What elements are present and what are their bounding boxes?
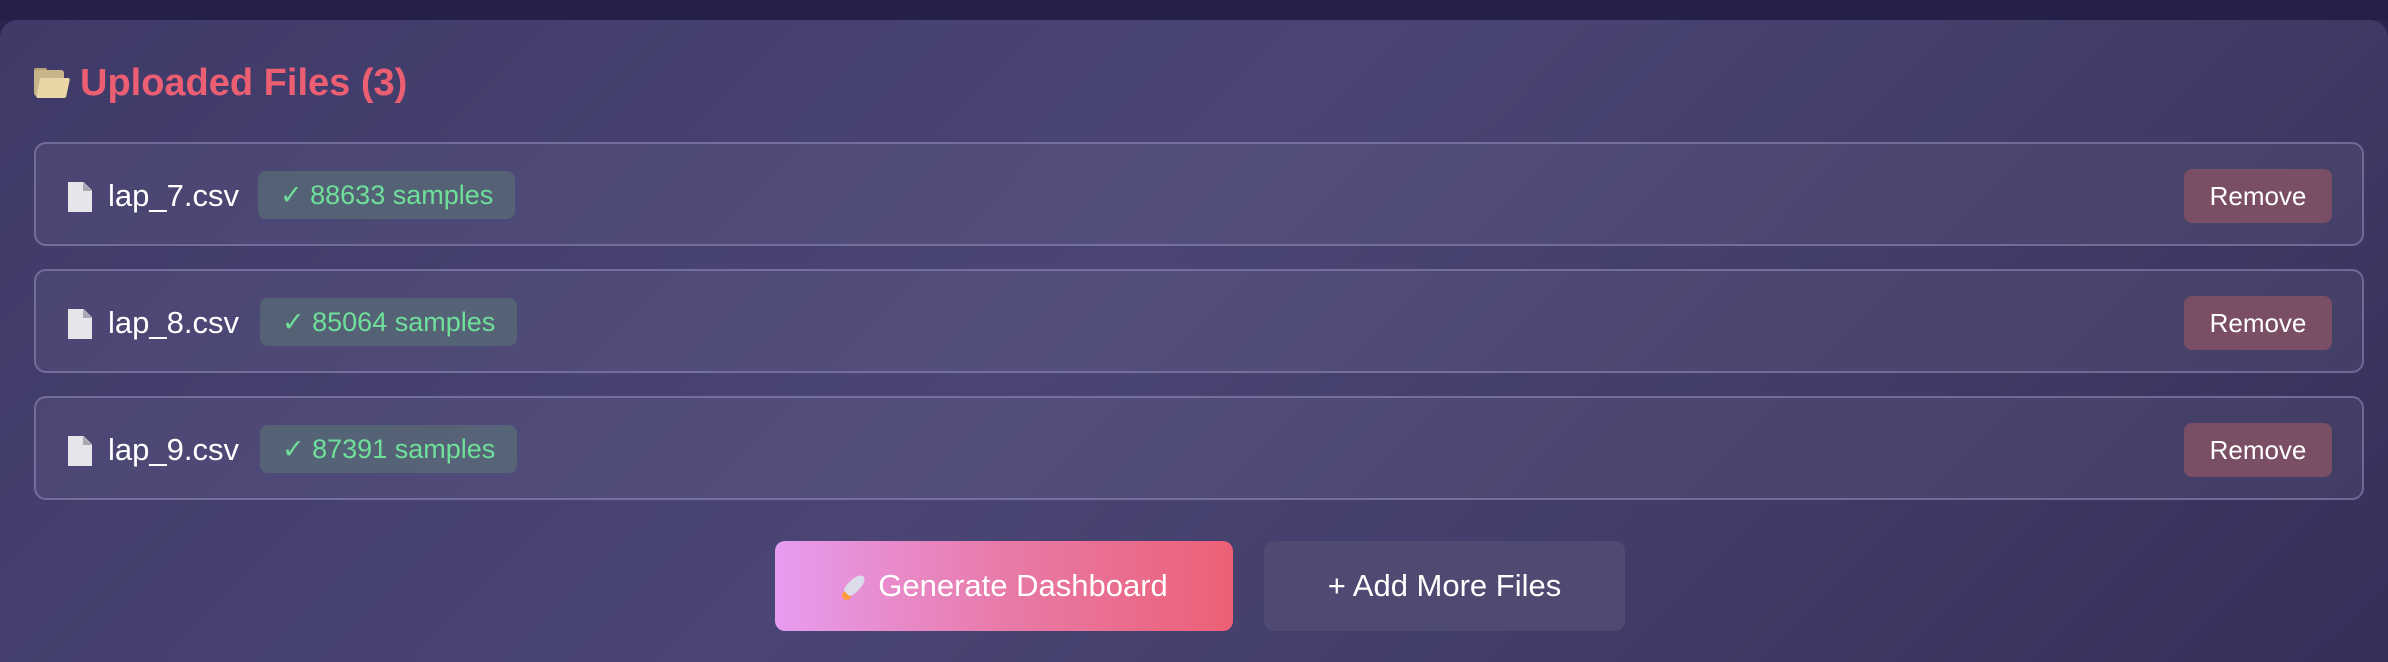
file-icon [68, 182, 92, 212]
file-icon [68, 436, 92, 466]
open-folder-icon [34, 68, 71, 98]
file-icon [68, 309, 92, 339]
top-bar [0, 0, 2388, 20]
sample-count-badge: ✓ 85064 samples [260, 298, 518, 346]
uploaded-files-title: Uploaded Files (3) [80, 61, 408, 104]
remove-button[interactable]: Remove [2184, 296, 2332, 350]
add-more-files-button[interactable]: + Add More Files [1264, 541, 1625, 631]
sample-count-badge: ✓ 88633 samples [258, 171, 516, 219]
file-name: lap_9.csv [108, 432, 239, 467]
uploaded-files-header: Uploaded Files (3) [34, 58, 407, 108]
file-name: lap_8.csv [108, 305, 239, 340]
rocket-icon [840, 571, 870, 601]
file-name: lap_7.csv [108, 178, 239, 213]
generate-dashboard-label: Generate Dashboard [878, 568, 1168, 603]
file-row: lap_9.csv ✓ 87391 samples Remove [34, 396, 2364, 500]
sample-count-badge: ✓ 87391 samples [260, 425, 518, 473]
remove-button[interactable]: Remove [2184, 423, 2332, 477]
generate-dashboard-button[interactable]: Generate Dashboard [775, 541, 1233, 631]
file-row: lap_7.csv ✓ 88633 samples Remove [34, 142, 2364, 246]
file-row: lap_8.csv ✓ 85064 samples Remove [34, 269, 2364, 373]
remove-button[interactable]: Remove [2184, 169, 2332, 223]
